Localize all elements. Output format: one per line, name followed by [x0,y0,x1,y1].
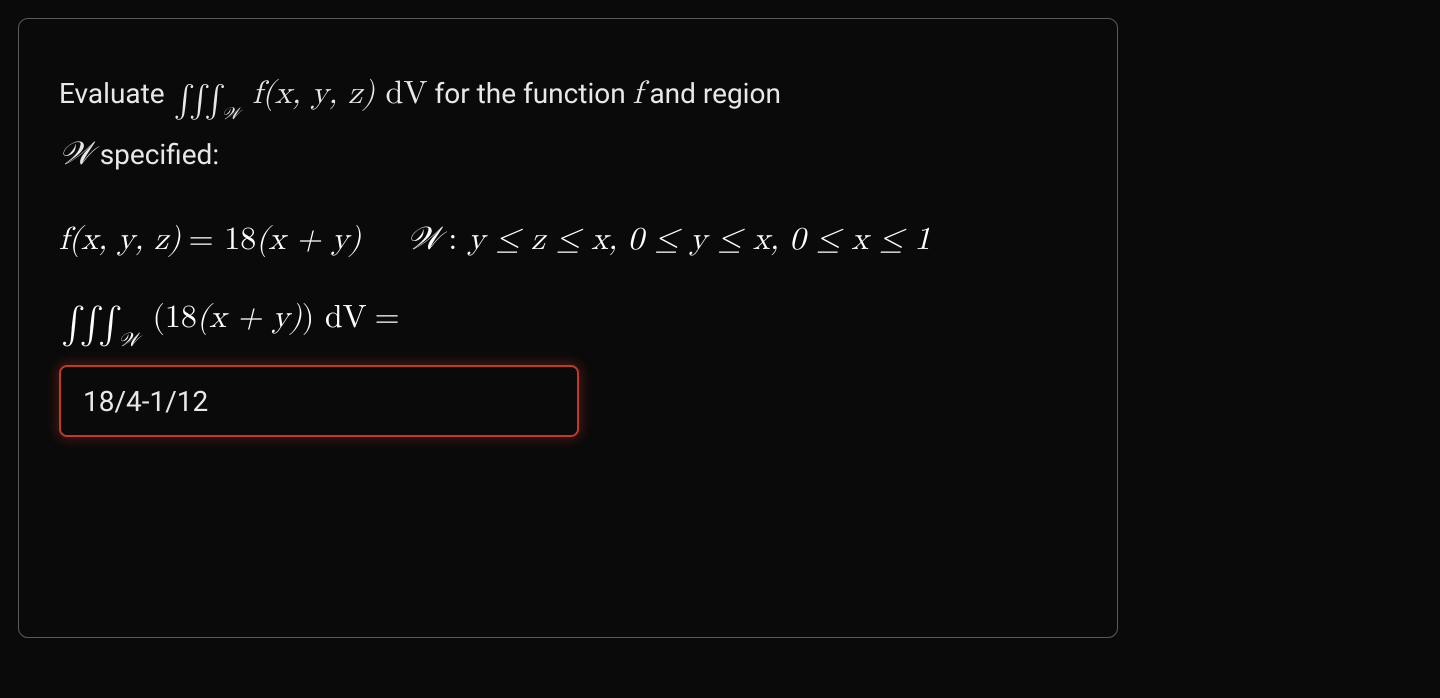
paren-xy: (x + y) [256,224,361,256]
close-paren: ) [302,302,325,334]
text-specified: specified: [100,138,219,171]
region-bounds: y ≤ z ≤ x, 0 ≤ y ≤ x, 0 ≤ x ≤ 1 [468,224,931,256]
region-label: 𝒲 [407,220,441,256]
f-call: f(x, y, z) dV [252,78,427,110]
answer-input[interactable] [59,365,579,437]
colon: : [448,224,468,256]
integral-question: ∫∫∫𝒲 (18(x + y)) dV = [59,297,1077,347]
coef-18-2: 18 [165,302,197,334]
equals: = [189,224,225,256]
text-evaluate: Evaluate [59,77,172,110]
problem-statement: Evaluate ∫∫∫𝒲 f(x, y, z) dV for the func… [59,69,1077,179]
text-and-region: and region [649,77,780,110]
problem-card: Evaluate ∫∫∫𝒲 f(x, y, z) dV for the func… [18,18,1118,638]
open-paren: ( [152,302,164,334]
text-for-the-function: for the function [434,77,632,110]
region-symbol: 𝒲 [59,135,93,171]
inner-xy: (x + y) [197,302,302,334]
f-symbol: f [633,78,643,110]
f-lhs: f(x, y, z) [59,224,181,256]
triple-integral-symbol: ∫∫∫𝒲 [174,76,244,128]
final-equals: = [375,302,400,334]
triple-integral-symbol-2: ∫∫∫𝒲 [61,303,143,347]
dV: dV [325,302,367,334]
function-and-region-definition: f(x, y, z) = 18(x + y) 𝒲 : y ≤ z ≤ x, 0 … [59,219,1077,259]
coef-18: 18 [224,224,256,256]
